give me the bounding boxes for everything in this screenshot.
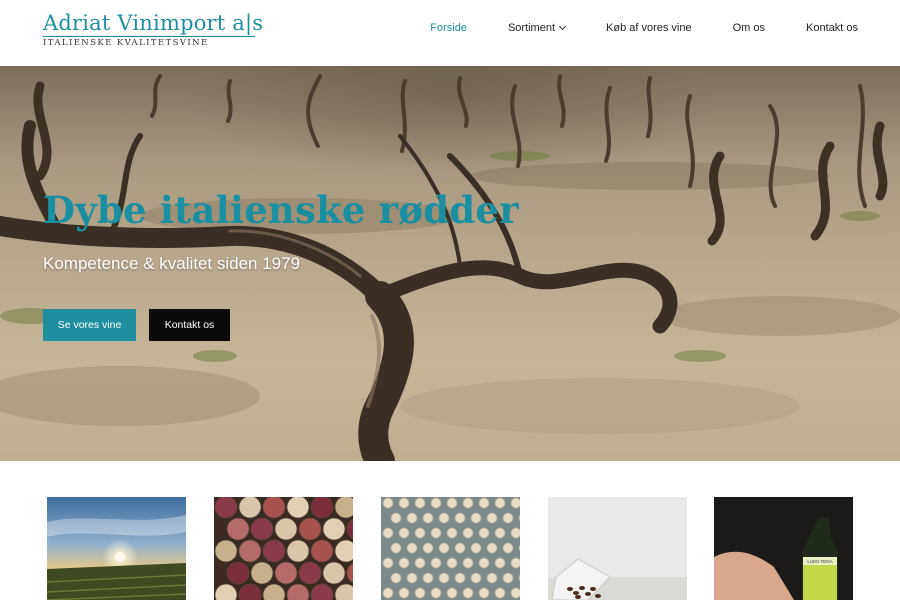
brand-tagline: ITALIENSKE KVALITETSVINE bbox=[43, 38, 209, 48]
main-navigation: Forside Sortiment Køb af vores vine Om o… bbox=[430, 0, 858, 56]
vineyard-sunset-image bbox=[47, 497, 186, 600]
nav-label: Køb af vores vine bbox=[606, 22, 692, 34]
hero-title: Dybe italienske rødder bbox=[43, 188, 519, 232]
thumbnail-coffee-glass[interactable] bbox=[548, 497, 687, 600]
chevron-down-icon bbox=[558, 22, 567, 31]
nav-label: Kontakt os bbox=[806, 22, 858, 34]
contact-button[interactable]: Kontakt os bbox=[149, 309, 230, 341]
site-header: Adriat Vinimport a|s ITALIENSKE KVALITET… bbox=[0, 0, 900, 66]
site-logo[interactable]: Adriat Vinimport a|s ITALIENSKE KVALITET… bbox=[43, 11, 264, 48]
nav-item-koeb[interactable]: Køb af vores vine bbox=[606, 22, 692, 34]
nav-label: Om os bbox=[732, 22, 766, 34]
thumbnail-wine-corks[interactable] bbox=[214, 497, 353, 600]
hero-section: Dybe italienske rødder Kompetence & kval… bbox=[0, 66, 900, 461]
nav-item-kontakt[interactable]: Kontakt os bbox=[806, 22, 858, 34]
thumbnail-bottle-caps[interactable] bbox=[381, 497, 520, 600]
bottle-caps-image bbox=[381, 497, 520, 600]
hero-subtitle: Kompetence & kvalitet siden 1979 bbox=[43, 254, 301, 273]
nav-item-forside[interactable]: Forside bbox=[430, 22, 467, 34]
olive-oil-image: LUIGI TEGA bbox=[714, 497, 853, 600]
coffee-glass-image bbox=[548, 497, 687, 600]
thumbnail-vineyard-sunset[interactable] bbox=[47, 497, 186, 600]
see-wines-button[interactable]: Se vores vine bbox=[43, 309, 136, 341]
nav-label: Forside bbox=[430, 22, 467, 34]
nav-label: Sortiment bbox=[507, 22, 556, 34]
nav-item-sortiment[interactable]: Sortiment bbox=[507, 22, 567, 34]
wine-corks-image bbox=[214, 497, 353, 600]
bottle-label-text: LUIGI TEGA bbox=[807, 559, 832, 564]
category-thumbnails: LUIGI TEGA bbox=[0, 497, 900, 600]
thumbnail-olive-oil[interactable]: LUIGI TEGA bbox=[714, 497, 853, 600]
nav-item-om-os[interactable]: Om os bbox=[733, 22, 765, 34]
logo-divider bbox=[43, 36, 255, 37]
brand-name: Adriat Vinimport a|s bbox=[43, 11, 264, 35]
